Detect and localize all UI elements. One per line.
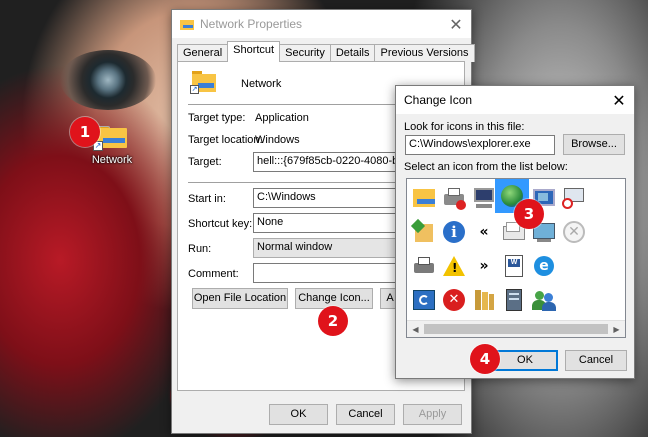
run-label: Run: (188, 243, 212, 255)
divider (188, 182, 398, 183)
close-icon[interactable]: ✕ (604, 86, 634, 114)
error-icon[interactable]: ✕ (437, 283, 471, 317)
step-badge-3: 3 (514, 199, 544, 229)
scroll-right-icon[interactable]: ▶ (608, 321, 625, 337)
start-in-label: Start in: (188, 193, 226, 205)
change-icon-cancel-button[interactable]: Cancel (565, 350, 627, 371)
desktop-icon-label: Network (91, 154, 133, 166)
browse-button[interactable]: Browse... (563, 134, 625, 155)
target-location-label: Target location: (188, 134, 263, 146)
target-type-value: Application (255, 112, 309, 124)
scroll-thumb[interactable] (424, 324, 608, 334)
step-badge-1: 1 (70, 117, 100, 147)
tab-previous-versions[interactable]: Previous Versions (374, 44, 475, 62)
warning-icon[interactable]: ! (437, 249, 471, 283)
change-icon-ok-button[interactable]: OK (492, 350, 558, 371)
properties-cancel-button[interactable]: Cancel (336, 404, 395, 425)
step-badge-4: 4 (470, 344, 500, 374)
internet-explorer-icon[interactable]: e (527, 249, 561, 283)
icon-list[interactable]: i « ✕ ! » W e ✕ ◀ ▶ (406, 178, 626, 338)
blocked-monitor-icon[interactable] (557, 181, 591, 215)
folder-arrow-icon[interactable] (407, 215, 441, 249)
shortcut-key-label: Shortcut key: (188, 218, 253, 230)
properties-title: Network Properties (200, 17, 303, 31)
properties-apply-button: Apply (403, 404, 462, 425)
target-input[interactable]: hell:::{679f85cb-0220-4080-b29b-55 (253, 152, 397, 172)
rewind-icon[interactable]: « (467, 215, 501, 249)
target-label: Target: (188, 156, 222, 168)
properties-tabs: General Shortcut Security Details Previo… (177, 41, 475, 62)
folder-icon[interactable] (407, 181, 441, 215)
network-folder-icon (180, 18, 194, 30)
open-file-location-button[interactable]: Open File Location (192, 288, 288, 309)
change-icon-title: Change Icon (404, 93, 473, 107)
info-icon[interactable]: i (437, 215, 471, 249)
change-icon-titlebar[interactable]: Change Icon ✕ (396, 86, 634, 114)
refresh-icon[interactable] (407, 283, 441, 317)
printer-icon[interactable] (437, 181, 471, 215)
step-badge-2: 2 (318, 306, 348, 336)
network-folder-icon: ↗ (93, 124, 127, 151)
shortcut-name: Network (241, 78, 282, 90)
tab-general[interactable]: General (177, 44, 229, 62)
fast-forward-icon[interactable]: » (467, 249, 501, 283)
users-icon[interactable] (527, 283, 561, 317)
printer-icon[interactable] (407, 249, 441, 283)
tab-shortcut[interactable]: Shortcut (227, 41, 281, 62)
target-type-label: Target type: (188, 112, 246, 124)
shortcut-key-input[interactable]: None (253, 213, 397, 233)
cancel-circle-icon[interactable]: ✕ (557, 215, 591, 249)
properties-ok-button[interactable]: OK (269, 404, 328, 425)
comment-label: Comment: (188, 268, 239, 280)
scroll-left-icon[interactable]: ◀ (407, 321, 424, 337)
look-for-label: Look for icons in this file: (404, 121, 525, 133)
close-icon[interactable]: ✕ (441, 10, 471, 38)
server-icon[interactable] (497, 283, 531, 317)
properties-titlebar[interactable]: Network Properties ✕ (172, 10, 471, 38)
target-location-value: Windows (255, 134, 300, 146)
select-icon-label: Select an icon from the list below: (404, 161, 568, 173)
library-icon[interactable] (467, 283, 501, 317)
document-icon[interactable]: W (497, 249, 531, 283)
run-select[interactable]: Normal window (253, 238, 397, 258)
start-in-input[interactable]: C:\Windows (253, 188, 397, 208)
wallpaper-eye (60, 50, 156, 110)
icon-file-input[interactable]: C:\Windows\explorer.exe (405, 135, 555, 155)
tab-security[interactable]: Security (279, 44, 331, 62)
tab-details[interactable]: Details (329, 44, 376, 62)
shortcut-icon: ↗ (190, 71, 218, 95)
comment-input[interactable] (253, 263, 397, 283)
icon-list-scrollbar[interactable]: ◀ ▶ (407, 320, 625, 337)
